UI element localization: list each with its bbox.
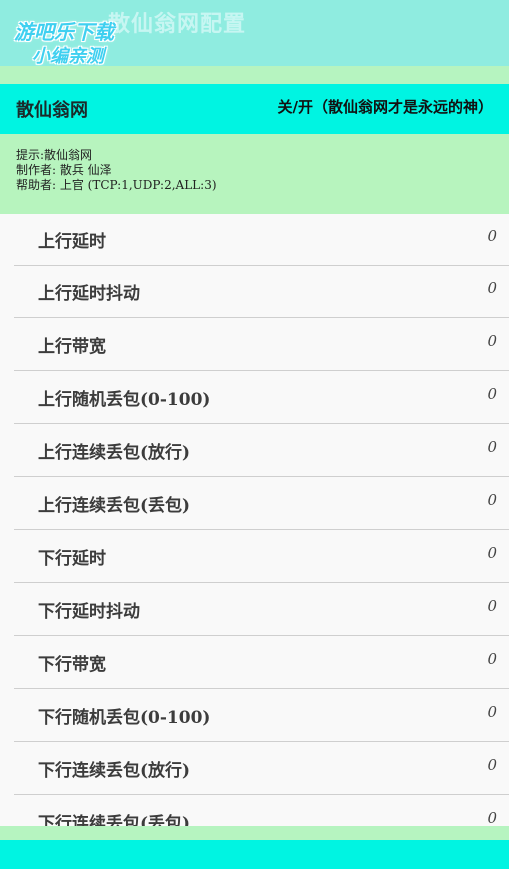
setting-label: 下行延时抖动 (38, 602, 140, 622)
info-panel: 提示:散仙翁网 制作者: 散兵 仙泽 帮助者: 上官 (TCP:1,UDP:2,… (0, 134, 509, 214)
setting-row[interactable]: 上行连续丢包(丢包) 0 (14, 478, 509, 530)
info-tip: 提示:散仙翁网 (16, 148, 93, 162)
setting-row[interactable]: 下行延时 0 (14, 531, 509, 583)
toggle-bar: 散仙翁网 关/开（散仙翁网才是永远的神） (0, 84, 509, 134)
setting-row[interactable]: 上行随机丢包(0-100) 0 (14, 372, 509, 424)
watermark-line-2: 小编亲测 (32, 46, 104, 67)
setting-row[interactable]: 下行延时抖动 0 (14, 584, 509, 636)
setting-value: 0 (487, 438, 497, 456)
setting-row[interactable]: 上行连续丢包(放行) 0 (14, 425, 509, 477)
setting-label: 上行延时抖动 (38, 284, 140, 304)
setting-label: 上行延时 (38, 232, 106, 252)
setting-row[interactable]: 下行连续丢包(放行) 0 (14, 743, 509, 795)
setting-row[interactable]: 上行延时 0 (14, 214, 509, 266)
setting-label: 下行连续丢包(丢包) (38, 814, 191, 826)
settings-list: 上行延时 0 上行延时抖动 0 上行带宽 0 上行随机丢包(0-100) 0 上… (0, 214, 509, 826)
setting-value: 0 (487, 332, 497, 350)
setting-value: 0 (487, 385, 497, 403)
setting-value: 0 (487, 491, 497, 509)
setting-row[interactable]: 下行连续丢包(丢包) 0 (14, 796, 509, 826)
setting-row[interactable]: 下行随机丢包(0-100) 0 (14, 690, 509, 742)
footer-divider (0, 826, 509, 840)
setting-label: 下行随机丢包(0-100) (38, 708, 211, 728)
setting-row[interactable]: 上行延时抖动 0 (14, 266, 509, 318)
setting-label: 下行带宽 (38, 655, 106, 675)
setting-value: 0 (487, 756, 497, 774)
setting-label: 上行连续丢包(丢包) (38, 496, 191, 516)
setting-label: 上行连续丢包(放行) (38, 443, 191, 463)
master-toggle[interactable]: 关/开（散仙翁网才是永远的神） (278, 96, 493, 117)
setting-value: 0 (487, 703, 497, 721)
setting-label: 下行延时 (38, 549, 106, 569)
setting-label: 上行随机丢包(0-100) (38, 390, 211, 410)
info-helper: 帮助者: 上官 (TCP:1,UDP:2,ALL:3) (16, 178, 217, 192)
app-header: 散仙翁网配置 游吧乐下载 小编亲测 (0, 0, 509, 67)
watermark-line-1: 游吧乐下载 (14, 20, 114, 44)
setting-label: 下行连续丢包(放行) (38, 761, 191, 781)
setting-row[interactable]: 上行带宽 0 (14, 319, 509, 371)
info-author: 制作者: 散兵 仙泽 (16, 163, 112, 177)
watermark-logo: 游吧乐下载 小编亲测 (6, 6, 144, 67)
setting-value: 0 (487, 650, 497, 668)
header-divider (0, 66, 509, 84)
setting-value: 0 (487, 227, 497, 245)
setting-value: 0 (487, 279, 497, 297)
setting-value: 0 (487, 809, 497, 826)
footer-bar (0, 840, 509, 869)
setting-value: 0 (487, 597, 497, 615)
bar-title: 散仙翁网 (16, 100, 88, 121)
setting-value: 0 (487, 544, 497, 562)
setting-label: 上行带宽 (38, 337, 106, 357)
setting-row[interactable]: 下行带宽 0 (14, 637, 509, 689)
